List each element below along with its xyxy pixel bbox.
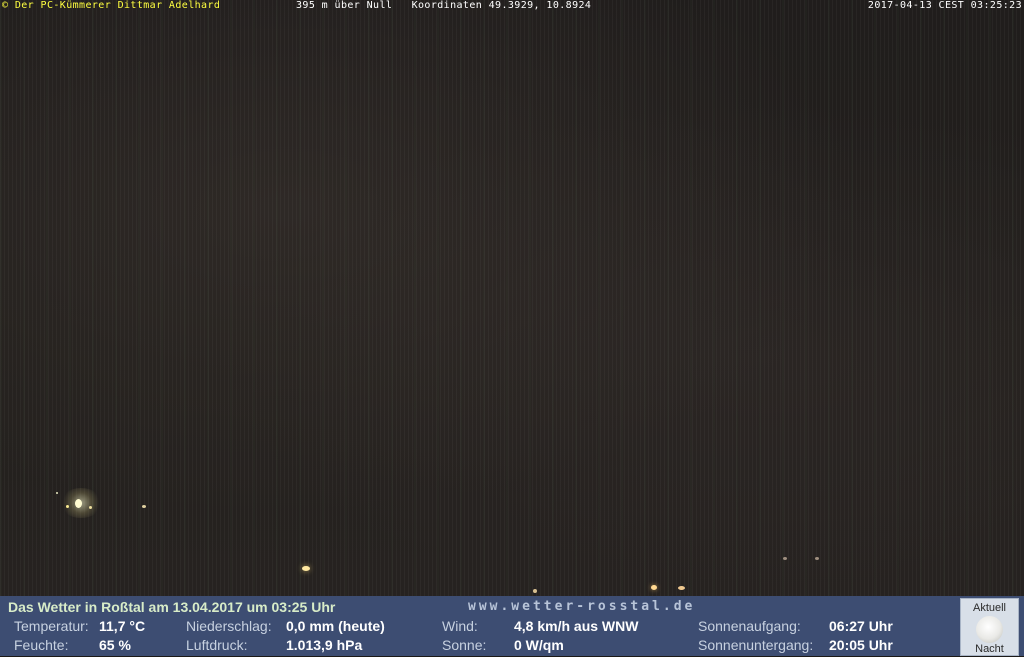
weather-panel: Das Wetter in Roßtal am 13.04.2017 um 03… <box>0 596 1024 656</box>
temperature-label: Temperatur: <box>14 618 89 634</box>
camera-overlay-bar: © Der PC-Kümmerer Dittmar Adelhard 395 m… <box>0 0 1024 11</box>
town-light <box>651 585 657 590</box>
town-light <box>75 499 82 508</box>
weather-title: Das Wetter in Roßtal am 13.04.2017 um 03… <box>8 599 336 615</box>
sunrise-value: 06:27 Uhr <box>829 618 893 634</box>
temperature-value: 11,7 °C <box>99 618 146 634</box>
wind-value: 4,8 km/h aus WNW <box>514 618 639 634</box>
town-light <box>533 589 537 593</box>
sunset-value: 20:05 Uhr <box>829 637 893 653</box>
moon-phase-box: Aktuell Nacht <box>960 598 1019 656</box>
sun-radiation-value: 0 W/qm <box>514 637 564 653</box>
sun-radiation-label: Sonne: <box>442 637 487 653</box>
sunrise-label: Sonnenaufgang: <box>698 618 801 634</box>
humidity-value: 65 % <box>99 637 131 653</box>
town-light <box>783 557 787 560</box>
wind-label: Wind: <box>442 618 478 634</box>
pressure-value: 1.013,9 hPa <box>286 637 363 653</box>
precipitation-value: 0,0 mm (heute) <box>286 618 385 634</box>
town-light <box>56 492 58 494</box>
town-light <box>678 586 685 590</box>
webcam-image <box>0 0 1024 596</box>
town-light <box>142 505 146 508</box>
moon-phase-top-label: Aktuell <box>972 602 1007 614</box>
town-light <box>66 505 69 508</box>
moon-icon <box>976 616 1003 643</box>
altitude-coordinates: 395 m über Null Koordinaten 49.3929, 10.… <box>296 0 592 11</box>
pressure-label: Luftdruck: <box>186 637 248 653</box>
copyright-credit: © Der PC-Kümmerer Dittmar Adelhard <box>2 0 221 11</box>
town-light <box>302 566 310 571</box>
town-light <box>815 557 819 560</box>
town-light <box>89 506 92 509</box>
sunset-label: Sonnenuntergang: <box>698 637 814 653</box>
humidity-label: Feuchte: <box>14 637 69 653</box>
moon-phase-bottom-label: Nacht <box>975 643 1004 655</box>
website-url: www.wetter-rosstal.de <box>468 599 696 614</box>
precipitation-label: Niederschlag: <box>186 618 272 634</box>
timestamp: 2017-04-13 CEST 03:25:23 <box>867 0 1022 11</box>
